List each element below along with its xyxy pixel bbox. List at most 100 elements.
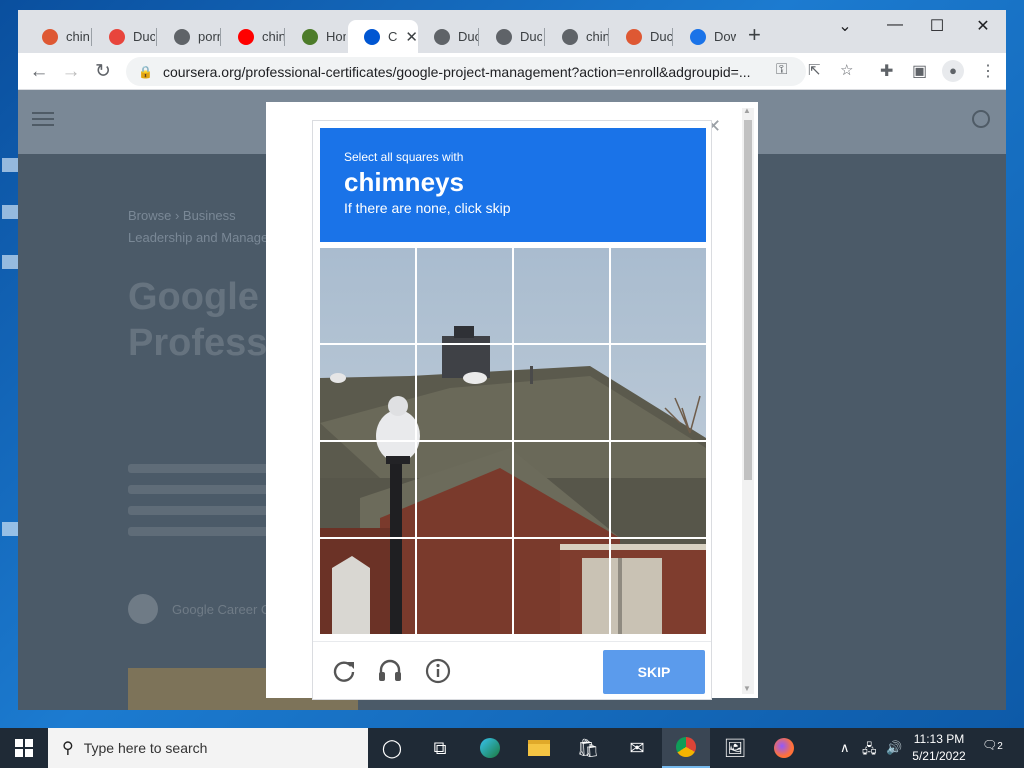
- tab-close-icon[interactable]: ✕: [405, 28, 418, 46]
- browser-tab[interactable]: Duck: [480, 20, 542, 53]
- file-explorer-icon[interactable]: [515, 728, 563, 768]
- captcha-tile[interactable]: [611, 442, 706, 537]
- captcha-tile[interactable]: [320, 442, 415, 537]
- captcha-tile[interactable]: [417, 442, 512, 537]
- instruction-subtext: If there are none, click skip: [344, 200, 511, 216]
- captcha-tile[interactable]: [611, 539, 706, 634]
- captcha-tile[interactable]: [417, 345, 512, 440]
- search-icon: ⚲: [62, 740, 74, 757]
- reload-challenge-icon[interactable]: [331, 658, 357, 684]
- key-icon[interactable]: ⚿: [776, 61, 787, 78]
- taskbar-search[interactable]: ⚲ Type here to search: [48, 728, 368, 768]
- side-panel-icon[interactable]: ▣: [912, 61, 927, 81]
- chrome-icon[interactable]: [662, 728, 710, 768]
- provider-logo-icon: [128, 594, 158, 624]
- captcha-tile[interactable]: [320, 539, 415, 634]
- page-content: Browse › Business Leadership and Managem…: [18, 90, 1006, 710]
- browser-toolbar: ← → ↻ 🔒 coursera.org/professional-certif…: [18, 53, 1006, 90]
- tab-separator: [544, 28, 545, 46]
- start-button[interactable]: [0, 728, 48, 768]
- notification-center-icon[interactable]: 🗨2: [982, 738, 1006, 758]
- desktop-icon[interactable]: [2, 158, 18, 172]
- images-icon: [109, 28, 125, 45]
- browser-tab[interactable]: Duck: [418, 20, 478, 53]
- breadcrumb[interactable]: Browse › Business: [128, 208, 236, 223]
- clock-date: 5/21/2022: [912, 749, 966, 763]
- forward-icon[interactable]: →: [58, 59, 84, 85]
- minimize-button[interactable]: —: [880, 16, 910, 34]
- tab-separator: [284, 28, 285, 46]
- mail-icon[interactable]: ✉: [613, 728, 661, 768]
- captcha-tile[interactable]: [514, 539, 609, 634]
- firefox-icon[interactable]: [760, 728, 808, 768]
- recaptcha-challenge: Select all squares with chimneys If ther…: [312, 120, 712, 700]
- share-icon[interactable]: ⇱: [808, 61, 821, 79]
- browser-tab[interactable]: Hom: [286, 20, 346, 53]
- browser-tab[interactable]: Duck: [610, 20, 672, 53]
- lock-icon: 🔒: [138, 64, 153, 79]
- tab-label: Duck: [133, 29, 155, 44]
- captcha-dialog: ✕ ▲ ▼ Select all squares with chimneys I…: [266, 102, 758, 700]
- network-icon[interactable]: 🖧: [862, 740, 877, 762]
- app-icon[interactable]: 🖼: [711, 728, 759, 768]
- info-icon[interactable]: [425, 658, 451, 684]
- captcha-tile[interactable]: [514, 248, 609, 343]
- task-view-icon[interactable]: ⧉: [416, 728, 464, 768]
- desktop-icon[interactable]: [2, 255, 18, 269]
- captcha-tile[interactable]: [611, 345, 706, 440]
- globe-icon: [174, 28, 190, 45]
- clock-time: 11:13 PM: [913, 732, 965, 746]
- captcha-tile[interactable]: [611, 248, 706, 343]
- tab-label: porn: [198, 29, 220, 44]
- bookmark-star-icon[interactable]: ☆: [840, 61, 853, 79]
- scroll-down-icon[interactable]: ▼: [743, 684, 751, 693]
- browser-tab[interactable]: Dow: [674, 20, 736, 53]
- scrollbar-thumb[interactable]: [744, 120, 752, 480]
- captcha-tile[interactable]: [320, 345, 415, 440]
- captcha-tile[interactable]: [417, 539, 512, 634]
- hamburger-menu-icon[interactable]: [32, 112, 54, 114]
- tab-label: chin: [262, 29, 284, 44]
- browser-tab[interactable]: chin: [26, 20, 90, 53]
- edge-icon[interactable]: [466, 728, 514, 768]
- clock[interactable]: 11:13 PM 5/21/2022: [906, 731, 972, 765]
- volume-icon[interactable]: 🔊: [886, 740, 902, 756]
- skip-button[interactable]: SKIP: [603, 650, 705, 694]
- tab-search-icon[interactable]: ⌄: [830, 16, 860, 36]
- dialog-scrollbar[interactable]: ▲ ▼: [742, 106, 754, 694]
- address-bar[interactable]: 🔒 coursera.org/professional-certificates…: [126, 57, 806, 86]
- audio-challenge-icon[interactable]: [377, 658, 403, 684]
- captcha-tile[interactable]: [320, 248, 415, 343]
- desktop-icon[interactable]: [2, 522, 18, 536]
- new-tab-button[interactable]: +: [748, 24, 761, 46]
- browser-tab[interactable]: C ✕: [348, 20, 418, 53]
- reload-icon[interactable]: ↻: [90, 59, 116, 85]
- show-hidden-icons[interactable]: ∧: [840, 740, 850, 756]
- tab-label: Duck: [520, 29, 542, 44]
- windows-taskbar: ⚲ Type here to search ◯ ⧉ 🛍 ✉ 🖼 ∧ 🖧 🔊 11…: [0, 728, 1024, 768]
- site-icon: [302, 28, 318, 45]
- back-icon[interactable]: ←: [26, 59, 52, 85]
- maximize-button[interactable]: ☐: [922, 16, 952, 36]
- browser-window: + ⌄ — ☐ ✕ chinDuckpornchinHomC✕DuckDuckc…: [18, 10, 1006, 710]
- menu-kebab-icon[interactable]: ⋮: [980, 61, 996, 81]
- browser-tab[interactable]: chin: [222, 20, 284, 53]
- browser-tab[interactable]: chin: [546, 20, 608, 53]
- captcha-tile[interactable]: [417, 248, 512, 343]
- search-icon[interactable]: [972, 110, 990, 128]
- windows-logo-icon: [15, 739, 33, 757]
- duckduckgo-icon: [42, 28, 58, 45]
- captcha-tile[interactable]: [514, 345, 609, 440]
- store-icon[interactable]: 🛍: [564, 728, 612, 768]
- scroll-up-icon[interactable]: ▲: [743, 106, 751, 115]
- coursera-icon: [364, 28, 380, 45]
- extensions-icon[interactable]: ✚: [880, 61, 893, 81]
- desktop-icon[interactable]: [2, 205, 18, 219]
- captcha-footer: SKIP: [313, 641, 711, 699]
- profile-avatar-icon[interactable]: ●: [942, 60, 964, 82]
- captcha-tile[interactable]: [514, 442, 609, 537]
- browser-tab[interactable]: Duck: [93, 20, 155, 53]
- close-window-button[interactable]: ✕: [968, 16, 998, 36]
- cortana-icon[interactable]: ◯: [368, 728, 416, 768]
- browser-tab[interactable]: porn: [158, 20, 220, 53]
